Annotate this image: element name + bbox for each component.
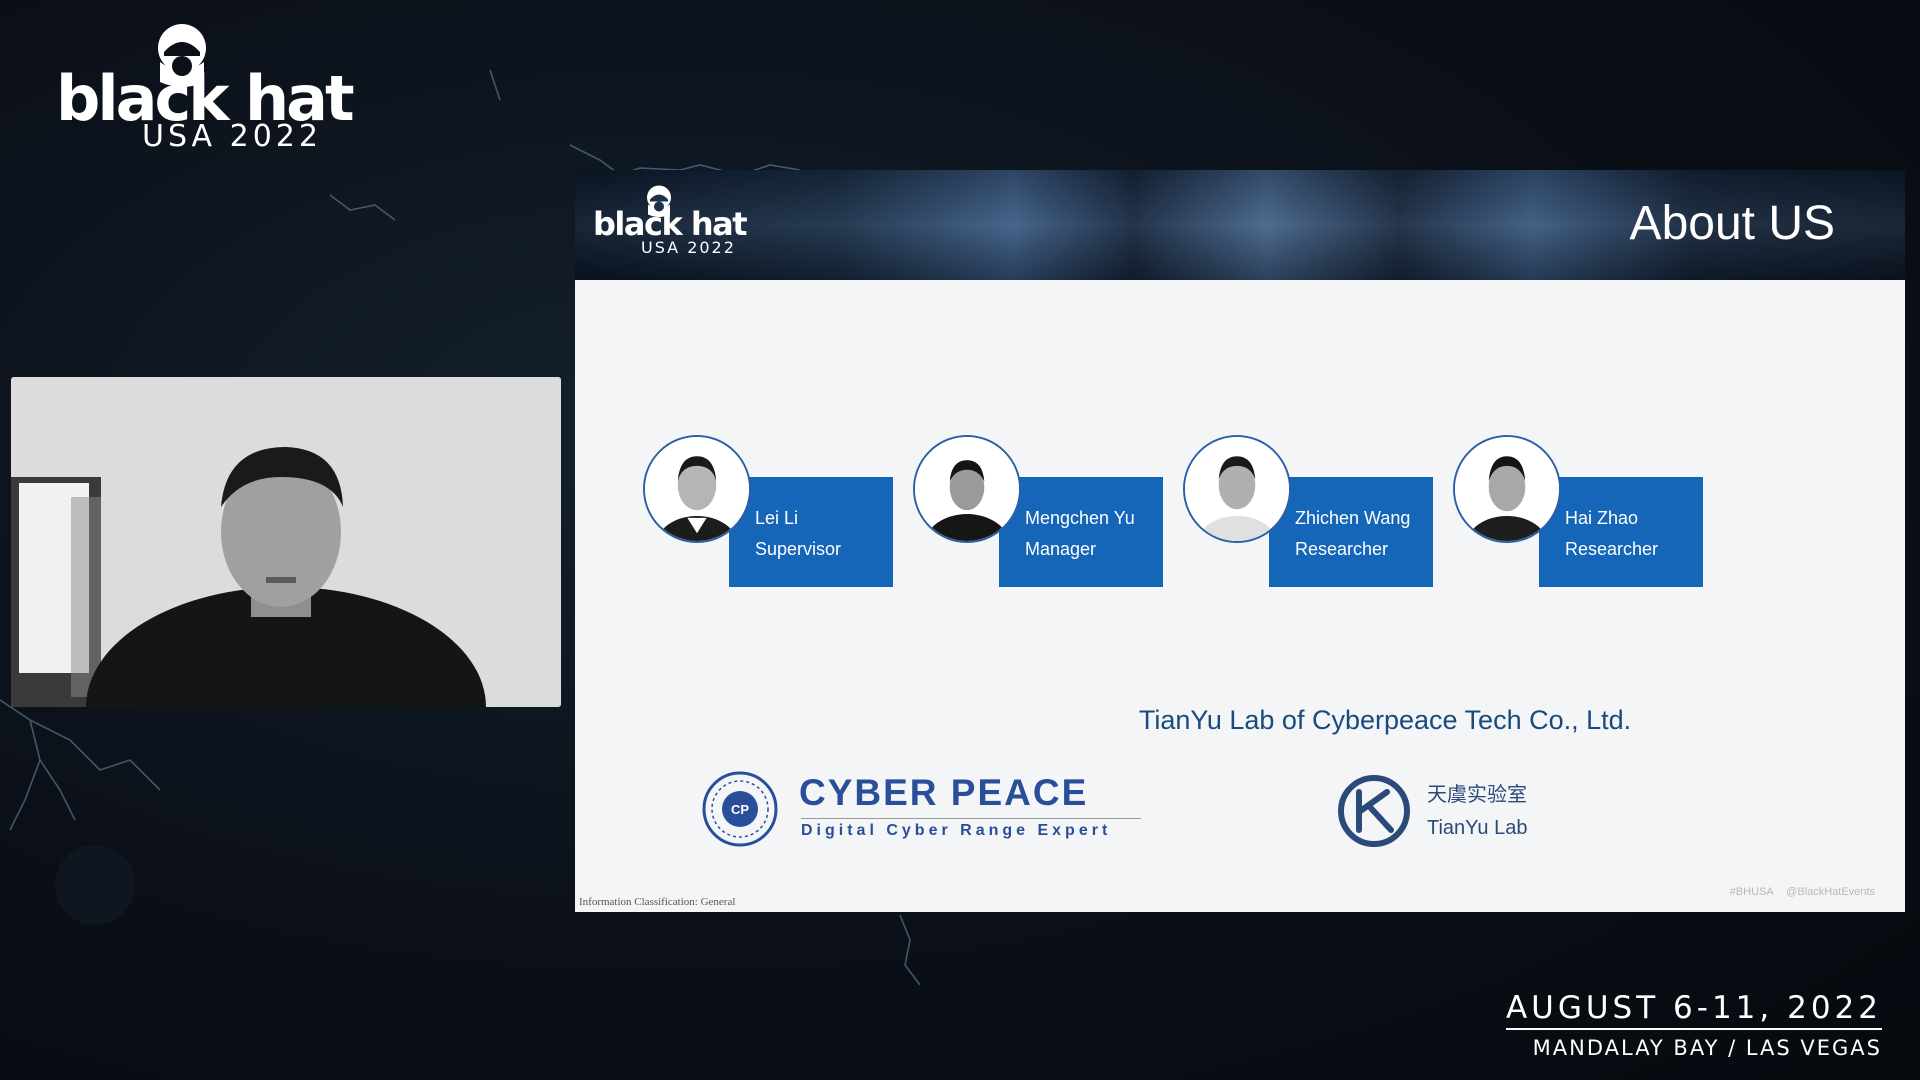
team-member: Lei Li Supervisor — [643, 435, 893, 587]
slide-logo: black hat USA 2022 — [593, 184, 793, 274]
member-photo — [1183, 435, 1291, 543]
cyberpeace-logo: CP CYBER PEACE Digital Cyber Range Exper… — [701, 770, 1151, 850]
speaker-image — [11, 377, 561, 707]
cyberpeace-badge: CP — [731, 802, 749, 817]
member-card: Mengchen Yu Manager — [999, 477, 1163, 587]
event-edition: USA 2022 — [142, 119, 322, 154]
member-role: Supervisor — [755, 539, 842, 559]
slide-logo-edition: USA 2022 — [641, 238, 736, 257]
slide-title: About US — [1629, 197, 1835, 250]
member-photo — [913, 435, 1021, 543]
member-role: Manager — [1025, 539, 1097, 559]
member-photo — [1453, 435, 1561, 543]
team-member: Zhichen Wang Researcher — [1183, 435, 1433, 587]
event-dates: AUGUST 6-11, 2022 MANDALAY BAY / LAS VEG… — [1505, 993, 1882, 1060]
speaker-video — [11, 377, 561, 707]
member-card: Hai Zhao Researcher — [1539, 477, 1703, 587]
tianyu-logo: 天虞实验室 TianYu Lab — [1335, 772, 1575, 852]
member-card: Lei Li Supervisor — [729, 477, 893, 587]
slide-hashtags: #BHUSA @BlackHatEvents — [1729, 886, 1875, 898]
cyberpeace-tagline: Digital Cyber Range Expert — [801, 818, 1141, 839]
event-logo: black hat USA 2022 — [56, 22, 396, 162]
presentation-slide: black hat USA 2022 About US Lei Li Super… — [575, 170, 1905, 912]
slide-header: black hat USA 2022 About US — [575, 170, 1905, 280]
member-role: Researcher — [1295, 539, 1389, 559]
member-photo — [643, 435, 751, 543]
member-name: Lei Li — [755, 508, 799, 528]
member-name: Mengchen Yu — [1025, 508, 1135, 528]
member-role: Researcher — [1565, 539, 1659, 559]
tianyu-name-cn: 天虞实验室 — [1427, 782, 1527, 806]
tianyu-k-icon — [1338, 775, 1410, 847]
lab-name: TianYu Lab of Cyberpeace Tech Co., Ltd. — [1138, 705, 1632, 735]
tianyu-name-en: TianYu Lab — [1427, 817, 1528, 839]
slide-logo-brand: black hat — [593, 205, 748, 243]
event-date-range: AUGUST 6-11, 2022 — [1505, 993, 1882, 1030]
member-card: Zhichen Wang Researcher — [1269, 477, 1433, 587]
slide-classification: Information Classification: General — [579, 896, 736, 908]
team-member: Mengchen Yu Manager — [913, 435, 1163, 587]
member-name: Zhichen Wang — [1295, 508, 1411, 528]
slide-body: Lei Li Supervisor Mengchen Yu Manager Zh… — [575, 280, 1905, 912]
team-member: Hai Zhao Researcher — [1453, 435, 1703, 587]
event-venue: MANDALAY BAY / LAS VEGAS — [1532, 1036, 1882, 1060]
member-name: Hai Zhao — [1565, 508, 1639, 528]
cyberpeace-emblem-icon: CP — [702, 771, 778, 847]
cyberpeace-name: CYBER PEACE — [799, 772, 1089, 813]
